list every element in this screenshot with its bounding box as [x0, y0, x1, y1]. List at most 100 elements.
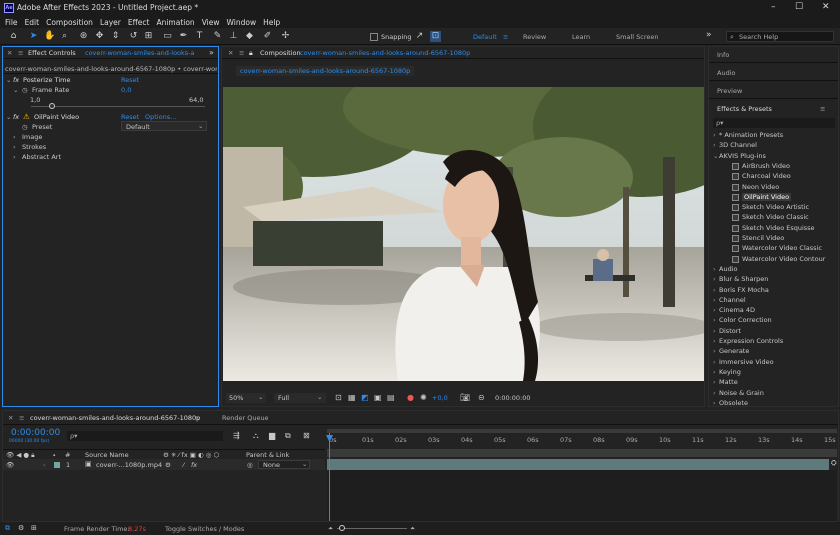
- pickwhip-icon[interactable]: ◎: [247, 461, 253, 469]
- zoom-out-icon[interactable]: ⏶: [328, 524, 333, 533]
- pen-tool-icon[interactable]: ✒: [178, 31, 189, 42]
- tree-expand-icon[interactable]: ›: [713, 389, 716, 397]
- visibility-eye-icon[interactable]: 👁︎: [6, 461, 14, 469]
- composition-tab-name[interactable]: coverr-woman-smiles-and-looks-around-656…: [300, 49, 470, 57]
- parent-link-header[interactable]: Parent & Link: [246, 451, 289, 459]
- panel-menu-icon[interactable]: ≡: [820, 105, 825, 113]
- tree-expand-icon[interactable]: ›: [713, 337, 716, 345]
- tree-expand-icon[interactable]: ›: [713, 265, 716, 273]
- frame-rate-value[interactable]: 0,0: [121, 86, 131, 94]
- resolution-dropdown[interactable]: Full ⌄: [274, 393, 326, 403]
- tree-expand-icon[interactable]: ›: [713, 306, 716, 314]
- effects-tree-item[interactable]: ⌄ AKVIS Plug-ins: [709, 152, 838, 162]
- tree-expand-icon[interactable]: ›: [713, 141, 716, 149]
- expand-arrow-icon[interactable]: ⌄: [13, 86, 18, 94]
- lock-icon[interactable]: 🔒︎: [249, 49, 253, 58]
- zoom-tool-icon[interactable]: ⌕: [59, 31, 70, 42]
- close-panel-icon[interactable]: ✕: [8, 414, 13, 422]
- stopwatch-icon[interactable]: ◷: [22, 123, 28, 131]
- region-of-interest-icon[interactable]: ⊡: [335, 393, 342, 402]
- effects-tree-item[interactable]: Sketch Video Artistic: [709, 203, 838, 213]
- rectangle-tool-icon[interactable]: ▭: [162, 31, 173, 42]
- workspace-review[interactable]: Review: [523, 33, 546, 41]
- effect-controls-tab[interactable]: Effect Controls: [28, 49, 76, 57]
- effects-tree-item[interactable]: › 3D Channel: [709, 141, 838, 151]
- roto-brush-tool-icon[interactable]: ✐: [262, 31, 273, 42]
- tree-expand-icon[interactable]: ⌄: [713, 152, 718, 160]
- tree-expand-icon[interactable]: ›: [713, 296, 716, 304]
- layer-label-color[interactable]: [54, 462, 60, 468]
- stopwatch-icon[interactable]: ◷: [22, 86, 28, 94]
- expand-arrow-icon[interactable]: ›: [13, 143, 16, 151]
- effects-tree-item[interactable]: Watercolor Video Contour: [709, 255, 838, 265]
- group-abstract-art[interactable]: Abstract Art: [22, 153, 61, 161]
- effects-tree-item[interactable]: › * Animation Presets: [709, 131, 838, 141]
- fx-toggle-icon[interactable]: fx: [13, 76, 19, 84]
- close-button[interactable]: ✕: [822, 2, 830, 12]
- in-out-toggle-icon[interactable]: ⊞: [31, 524, 37, 532]
- effects-tree-item[interactable]: › Keying: [709, 368, 838, 378]
- current-time-indicator[interactable]: [329, 433, 330, 521]
- effects-tree-item[interactable]: › Immersive Video: [709, 358, 838, 368]
- expand-arrow-icon[interactable]: ⌄: [6, 76, 11, 84]
- effects-tree-item[interactable]: › Distort: [709, 327, 838, 337]
- source-name-header[interactable]: Source Name: [85, 451, 129, 459]
- oilpaint-reset-link[interactable]: Reset: [121, 113, 139, 121]
- grid-snap-icon[interactable]: ⊡: [430, 31, 441, 42]
- zoom-in-icon[interactable]: ⏶: [410, 524, 415, 533]
- effect-controls-layer-name[interactable]: coverr-woman-smiles-and-looks-arou: [85, 49, 195, 57]
- layer-row[interactable]: 👁︎ › 1 ▣ coverr-...1080p.mp4 ⚙ ⁄ fx ◎ No…: [3, 459, 325, 470]
- menu-composition[interactable]: Composition: [46, 18, 93, 27]
- effects-tree-item[interactable]: › Color Correction: [709, 316, 838, 326]
- expand-arrow-icon[interactable]: ›: [43, 461, 46, 469]
- eraser-tool-icon[interactable]: ◆: [244, 31, 255, 42]
- transfer-controls-icon[interactable]: ⚙: [18, 524, 24, 532]
- render-queue-tab[interactable]: Render Queue: [222, 414, 269, 422]
- tree-expand-icon[interactable]: ›: [713, 275, 716, 283]
- effect-switch-icon[interactable]: fx: [191, 461, 197, 469]
- timeline-tab-menu-icon[interactable]: ≡: [195, 414, 200, 422]
- pan-behind-tool-icon[interactable]: ⊞: [143, 31, 154, 42]
- posterize-reset-link[interactable]: Reset: [121, 76, 139, 84]
- tree-expand-icon[interactable]: ›: [713, 399, 716, 407]
- panel-overflow-icon[interactable]: »: [209, 48, 214, 57]
- info-panel-tab[interactable]: Info: [717, 51, 729, 59]
- 3d-view-icon[interactable]: ▣: [374, 393, 382, 402]
- type-tool-icon[interactable]: T: [194, 31, 205, 42]
- quality-switch-icon[interactable]: ⁄: [183, 461, 184, 469]
- effects-tree-item[interactable]: AirBrush Video: [709, 162, 838, 172]
- tree-expand-icon[interactable]: ›: [713, 347, 716, 355]
- toggle-switches-modes[interactable]: Toggle Switches / Modes: [165, 525, 244, 533]
- comp-mini-flowchart-icon[interactable]: ⇶: [233, 431, 240, 440]
- selection-tool-icon[interactable]: ➤: [28, 31, 39, 42]
- effects-tree-item[interactable]: › Obsolete: [709, 399, 838, 407]
- brush-tool-icon[interactable]: ✎: [212, 31, 223, 42]
- maximize-button[interactable]: ☐: [795, 2, 803, 12]
- effects-tree-item[interactable]: Sketch Video Esquisse: [709, 224, 838, 234]
- tree-expand-icon[interactable]: ›: [713, 131, 716, 139]
- comp-subtab[interactable]: coverr-woman-smiles-and-looks-around-656…: [236, 66, 415, 76]
- menu-view[interactable]: View: [202, 18, 220, 27]
- frame-rate-slider-track[interactable]: [31, 106, 205, 107]
- timeline-zoom-slider[interactable]: [337, 528, 407, 529]
- menu-edit[interactable]: Edit: [25, 18, 40, 27]
- timeline-timecode[interactable]: 0:00:00:00: [11, 428, 60, 438]
- parent-dropdown[interactable]: None ⌄: [258, 460, 310, 469]
- fx-toggle-icon[interactable]: fx: [13, 113, 19, 121]
- comp-timecode[interactable]: 0:00:00:00: [495, 394, 531, 402]
- clone-stamp-tool-icon[interactable]: ⊥: [228, 31, 239, 42]
- layer-switches-toggle-icon[interactable]: ⧉: [5, 524, 10, 533]
- tree-expand-icon[interactable]: ›: [713, 358, 716, 366]
- layer-name[interactable]: coverr-...1080p.mp4: [96, 461, 162, 469]
- composition-tab[interactable]: Composition: [260, 49, 301, 57]
- collapse-switch-icon[interactable]: ⚙: [165, 461, 171, 469]
- effects-tree-item[interactable]: › Boris FX Mocha: [709, 286, 838, 296]
- effects-search-input[interactable]: ρ▾: [713, 118, 835, 128]
- close-panel-icon[interactable]: ✕: [7, 49, 12, 57]
- magnification-dropdown[interactable]: 50% ⌄: [226, 393, 266, 403]
- timeline-search-input[interactable]: ρ▾: [67, 431, 223, 441]
- effects-tree-item[interactable]: Stencil Video: [709, 234, 838, 244]
- preset-dropdown[interactable]: Default ⌄: [121, 121, 207, 131]
- oilpaint-options-link[interactable]: Options...: [145, 113, 176, 121]
- workspace-default[interactable]: Default: [473, 33, 497, 41]
